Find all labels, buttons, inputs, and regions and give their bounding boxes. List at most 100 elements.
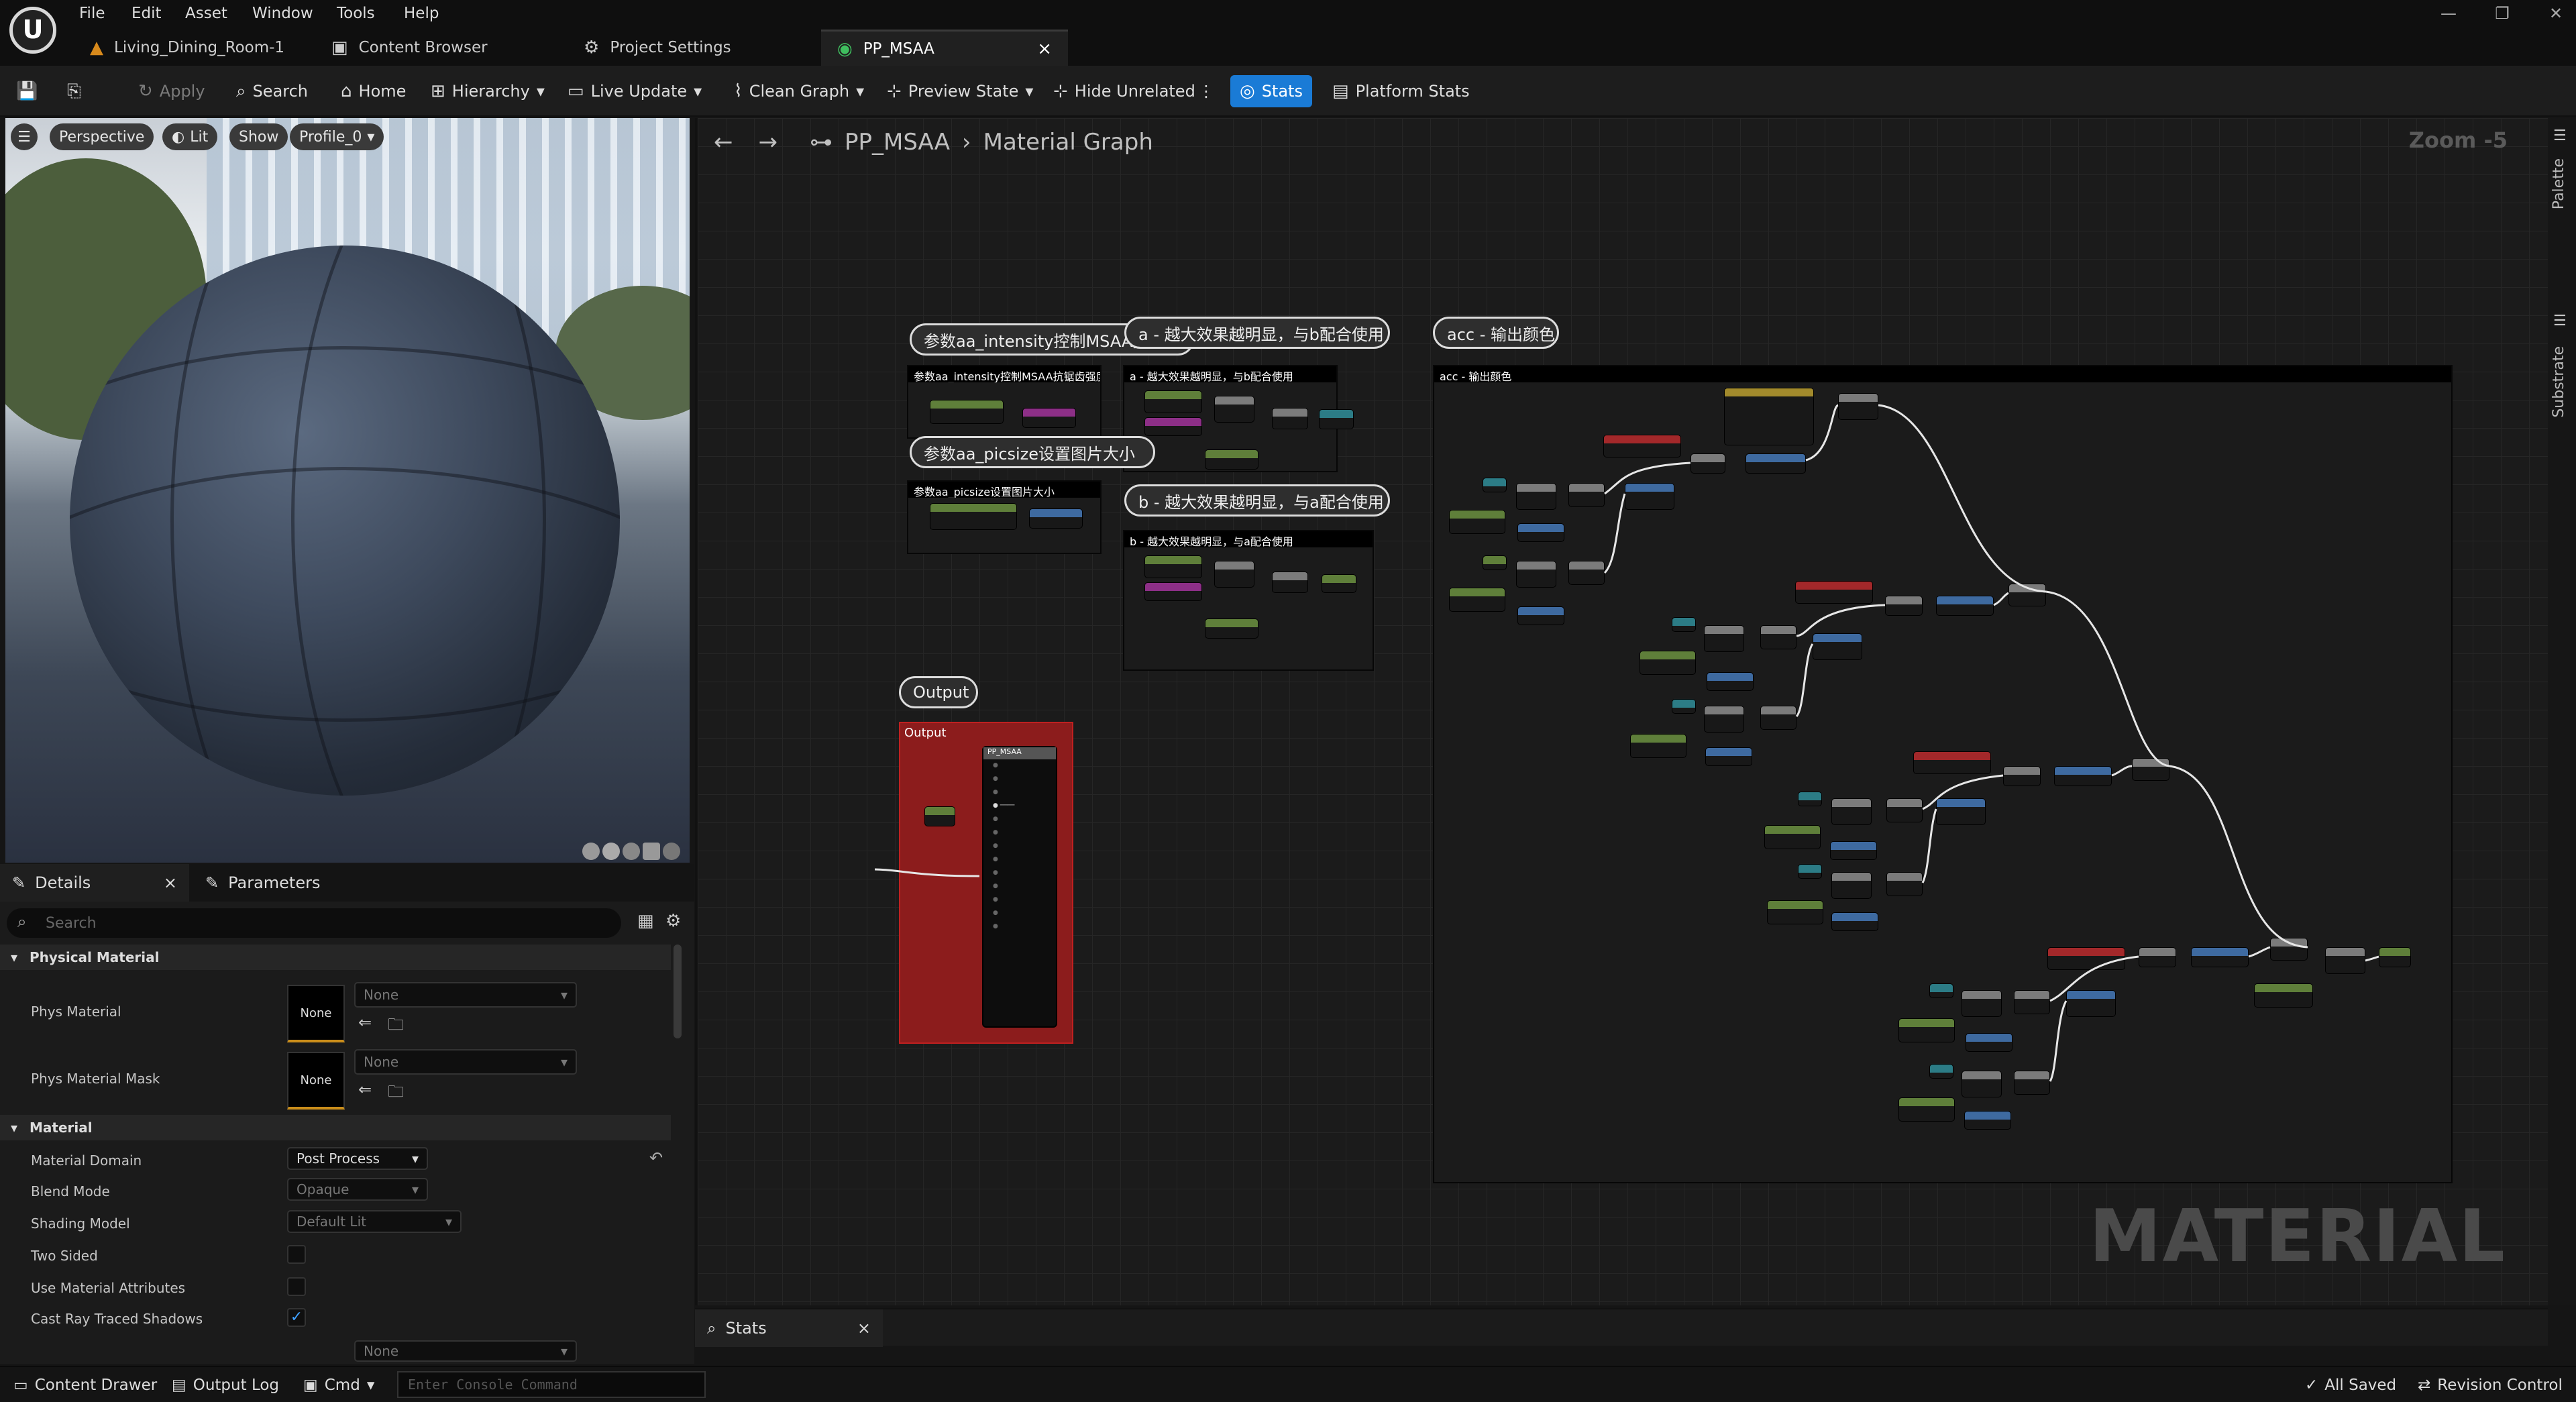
sphere-icon[interactable] [602, 843, 620, 860]
browse-icon[interactable]: ⎘ [67, 75, 81, 107]
cube-icon[interactable] [643, 843, 660, 860]
settings-gear-icon[interactable]: ⚙ [665, 911, 681, 931]
profile-button[interactable]: Profile_0 ▾ [290, 123, 384, 150]
chevron-down-icon: ▾ [536, 82, 545, 101]
menu-edit[interactable]: Edit [131, 0, 162, 27]
phys-material-dropdown[interactable]: None ▾ [354, 982, 577, 1008]
menu-help[interactable]: Help [404, 0, 439, 27]
cast-ray-traced-shadows-checkbox[interactable]: ✓ [287, 1308, 306, 1327]
level-icon: ▲ [90, 38, 103, 58]
close-icon[interactable]: × [164, 873, 177, 892]
substrate-icon[interactable]: ☰ [2553, 313, 2567, 329]
material-domain-dropdown[interactable]: Post Process ▾ [287, 1147, 428, 1170]
plane-icon[interactable] [623, 843, 640, 860]
lit-icon: ◐ [172, 128, 185, 146]
save-icon[interactable]: 💾 [16, 75, 38, 107]
tab-pp-msaa[interactable]: ◉ PP_MSAA × [821, 30, 1068, 66]
palette-tab[interactable]: Palette [2551, 158, 2567, 209]
hierarchy-button[interactable]: ⊞ Hierarchy ▾ [431, 75, 545, 107]
use-selected-icon[interactable]: ⇐ [358, 1080, 372, 1099]
section-material[interactable]: ▾ Material [0, 1115, 671, 1140]
search-button[interactable]: ⌕ Search [236, 75, 308, 107]
tab-level[interactable]: ▲ Living_Dining_Room-1 [74, 30, 301, 66]
more-options-icon[interactable]: ⋮ [1198, 75, 1214, 107]
chevron-down-icon: ▾ [11, 1120, 18, 1136]
phys-material-thumbnail[interactable]: None [287, 985, 345, 1042]
chevron-down-icon: ▾ [445, 1214, 452, 1230]
material-graph-canvas[interactable]: ← → ⊶ PP_MSAA › Material Graph Zoom -5 参… [695, 118, 2548, 1305]
apply-icon: ↻ [138, 81, 153, 101]
blend-mode-dropdown[interactable]: Opaque ▾ [287, 1178, 428, 1201]
tab-details-label: Details [35, 873, 91, 892]
preview-state-button[interactable]: ⊹ Preview State ▾ [887, 75, 1033, 107]
hide-unrelated-icon: ⊹ [1053, 81, 1068, 101]
platform-stats-label: Platform Stats [1355, 82, 1470, 101]
reset-icon[interactable]: ↶ [649, 1148, 663, 1167]
browse-folder-icon[interactable]: 🗀 [388, 1013, 404, 1040]
details-search-input[interactable]: Search [7, 908, 621, 938]
chevron-down-icon: ▾ [560, 1343, 568, 1359]
two-sided-checkbox[interactable] [287, 1245, 306, 1264]
close-icon[interactable]: × [857, 1319, 871, 1338]
perspective-button[interactable]: Perspective [50, 123, 154, 150]
substrate-tab[interactable]: Substrate [2551, 346, 2567, 418]
live-update-icon: ▭ [568, 81, 584, 101]
teapot-icon[interactable] [663, 843, 680, 860]
phys-mask-dropdown[interactable]: None ▾ [354, 1049, 577, 1075]
live-update-button[interactable]: ▭ Live Update ▾ [568, 75, 702, 107]
phys-mask-thumbnail[interactable]: None [287, 1052, 345, 1110]
content-drawer-button[interactable]: ▭ Content Drawer [13, 1374, 157, 1397]
tab-parameters[interactable]: ✎ Parameters [193, 864, 332, 902]
show-button[interactable]: Show [229, 123, 288, 150]
tab-content-browser[interactable]: ▣ Content Browser [315, 30, 504, 66]
menu-file[interactable]: File [79, 0, 105, 27]
stats-button[interactable]: ◎ Stats [1230, 75, 1312, 107]
lit-button[interactable]: ◐ Lit [162, 123, 218, 150]
table-view-icon[interactable]: ▦ [637, 911, 654, 931]
close-tab-icon[interactable]: × [1037, 39, 1052, 59]
cylinder-icon[interactable] [582, 843, 600, 860]
tab-project-settings[interactable]: ⚙ Project Settings [568, 30, 747, 66]
folder-icon: ▣ [331, 38, 348, 58]
material-editor-toolbar: 💾 ⎘ ↻ Apply ⌕ Search ⌂ Home ⊞ Hierarchy ▾ ▭ Li… [0, 66, 2576, 117]
preview-shape-buttons [582, 843, 680, 860]
revision-control-button[interactable]: ⇄ Revision Control [2418, 1374, 2563, 1397]
platform-stats-button[interactable]: ▤ Platform Stats [1332, 75, 1470, 107]
menu-asset[interactable]: Asset [185, 0, 227, 27]
all-saved-label: All Saved [2324, 1377, 2397, 1394]
browse-folder-icon[interactable]: 🗀 [388, 1080, 404, 1108]
minimize-icon[interactable]: — [2428, 4, 2469, 23]
extra-dropdown[interactable]: None ▾ [354, 1340, 577, 1362]
output-log-button[interactable]: ▤ Output Log [172, 1374, 279, 1397]
chevron-down-icon: ▾ [366, 1377, 375, 1394]
details-scrollbar[interactable] [674, 945, 682, 1038]
close-window-icon[interactable]: ✕ [2536, 4, 2576, 23]
material-preview-viewport[interactable]: ☰ Perspective ◐Lit Show Profile_0▾ Z Y [5, 118, 690, 863]
all-saved-button[interactable]: ✓ All Saved [2305, 1374, 2396, 1397]
apply-button[interactable]: ↻ Apply [138, 75, 205, 107]
use-selected-icon[interactable]: ⇐ [358, 1013, 372, 1032]
stats-tab-label: Stats [725, 1319, 767, 1338]
hide-unrelated-button[interactable]: ⊹ Hide Unrelated [1053, 75, 1195, 107]
menu-tools[interactable]: Tools [337, 0, 375, 27]
chevron-down-icon: ▾ [560, 987, 568, 1003]
clean-graph-button[interactable]: ⌇ Clean Graph ▾ [734, 75, 864, 107]
tab-details[interactable]: ✎ Details × [0, 864, 189, 902]
unreal-logo-icon[interactable]: U [9, 7, 56, 54]
viewport-menu-icon[interactable]: ☰ [11, 123, 38, 150]
stats-tab[interactable]: ⌕ Stats × [695, 1309, 883, 1347]
chevron-down-icon: ▾ [11, 949, 18, 965]
home-button[interactable]: ⌂ Home [341, 75, 406, 107]
shading-model-dropdown[interactable]: Default Lit ▾ [287, 1210, 462, 1233]
platform-stats-icon: ▤ [1332, 81, 1349, 101]
palette-icon[interactable]: ☰ [2553, 127, 2567, 144]
restore-icon[interactable]: ❐ [2482, 4, 2522, 23]
chevron-down-icon: ▾ [560, 1054, 568, 1070]
section-physical-material[interactable]: ▾ Physical Material [0, 945, 671, 970]
dropdown-value: Opaque [297, 1181, 350, 1197]
tab-label: Living_Dining_Room-1 [114, 39, 285, 56]
menu-window[interactable]: Window [252, 0, 313, 27]
console-input[interactable]: Enter Console Command [397, 1371, 706, 1398]
use-material-attributes-checkbox[interactable] [287, 1277, 306, 1296]
cmd-button[interactable]: ▣ Cmd ▾ [303, 1374, 374, 1397]
